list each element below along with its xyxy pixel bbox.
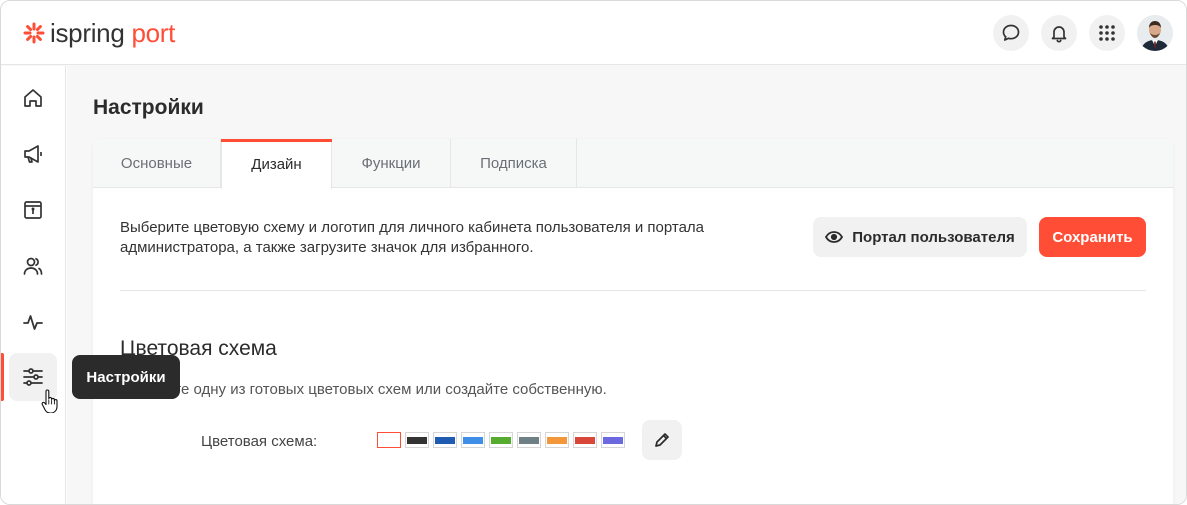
tab-bar: Основные Дизайн Функции Подписка [93,139,1173,189]
logo-icon [23,22,45,44]
page-title: Настройки [93,96,204,119]
color-swatch[interactable] [517,432,541,448]
pulse-icon [23,315,43,330]
color-swatch[interactable] [405,432,429,448]
megaphone-icon [24,145,42,163]
sidebar-tooltip: Настройки [72,355,180,399]
swatch-fill [435,436,455,444]
color-swatch[interactable] [573,432,597,448]
archive-icon [24,201,42,219]
active-indicator [1,353,4,401]
tab-general[interactable]: Основные [93,139,221,188]
sidebar-item-users[interactable] [9,242,57,290]
apps-grid-icon [1099,25,1115,41]
bell-icon [1051,26,1067,43]
logo[interactable]: ispring port [23,17,175,49]
main-content: Настройки Основные Дизайн Функции Подпис… [67,66,1186,504]
divider [120,290,1146,291]
pencil-icon [655,433,669,447]
sidebar-item-home[interactable] [9,74,57,122]
sidebar [1,66,66,504]
swatch-fill [519,436,539,444]
hand-cursor-icon [41,389,59,418]
chat-icon [1002,24,1020,41]
color-scheme-subtitle: Выберите одну из готовых цветовых схем и… [120,381,607,398]
notifications-button[interactable] [1041,15,1077,51]
sidebar-item-activity[interactable] [9,298,57,346]
user-portal-button[interactable]: Портал пользователя [813,217,1027,257]
tab-functions[interactable]: Функции [332,139,451,188]
design-description: Выберите цветовую схему и логотип для ли… [120,219,705,256]
user-avatar[interactable] [1137,15,1173,51]
color-scheme-label: Цветовая схема: [201,433,318,450]
swatch-fill [547,436,567,444]
tab-design[interactable]: Дизайн [221,139,332,189]
edit-scheme-button[interactable] [642,420,682,460]
swatch-fill [575,436,595,444]
sidebar-item-catalog[interactable] [9,186,57,234]
swatch-fill [491,436,511,444]
color-swatch[interactable] [545,432,569,448]
users-icon [23,257,43,275]
swatch-fill [463,436,483,444]
app-window: ispring port Настройки Основные Дизайн Ф… [0,0,1187,505]
color-swatch[interactable] [601,432,625,448]
logo-text: ispring port [50,18,176,48]
color-swatches [377,432,629,448]
tab-subscription[interactable]: Подписка [451,139,577,188]
top-header: ispring port [1,1,1186,65]
chat-button[interactable] [993,15,1029,51]
user-portal-label: Портал пользователя [852,228,1015,246]
color-swatch[interactable] [461,432,485,448]
save-button[interactable]: Сохранить [1039,217,1146,257]
swatch-fill [407,436,427,444]
color-swatch[interactable] [489,432,513,448]
avatar-image [1137,15,1173,51]
home-icon [24,89,42,107]
settings-card: Основные Дизайн Функции Подписка Выберит… [93,139,1173,504]
sidebar-item-announcements[interactable] [9,130,57,178]
swatch-fill [603,436,623,444]
sliders-icon [23,368,43,386]
apps-button[interactable] [1089,15,1125,51]
color-swatch[interactable] [377,432,401,448]
eye-icon [825,230,844,244]
color-swatch[interactable] [433,432,457,448]
swatch-fill [379,436,399,444]
